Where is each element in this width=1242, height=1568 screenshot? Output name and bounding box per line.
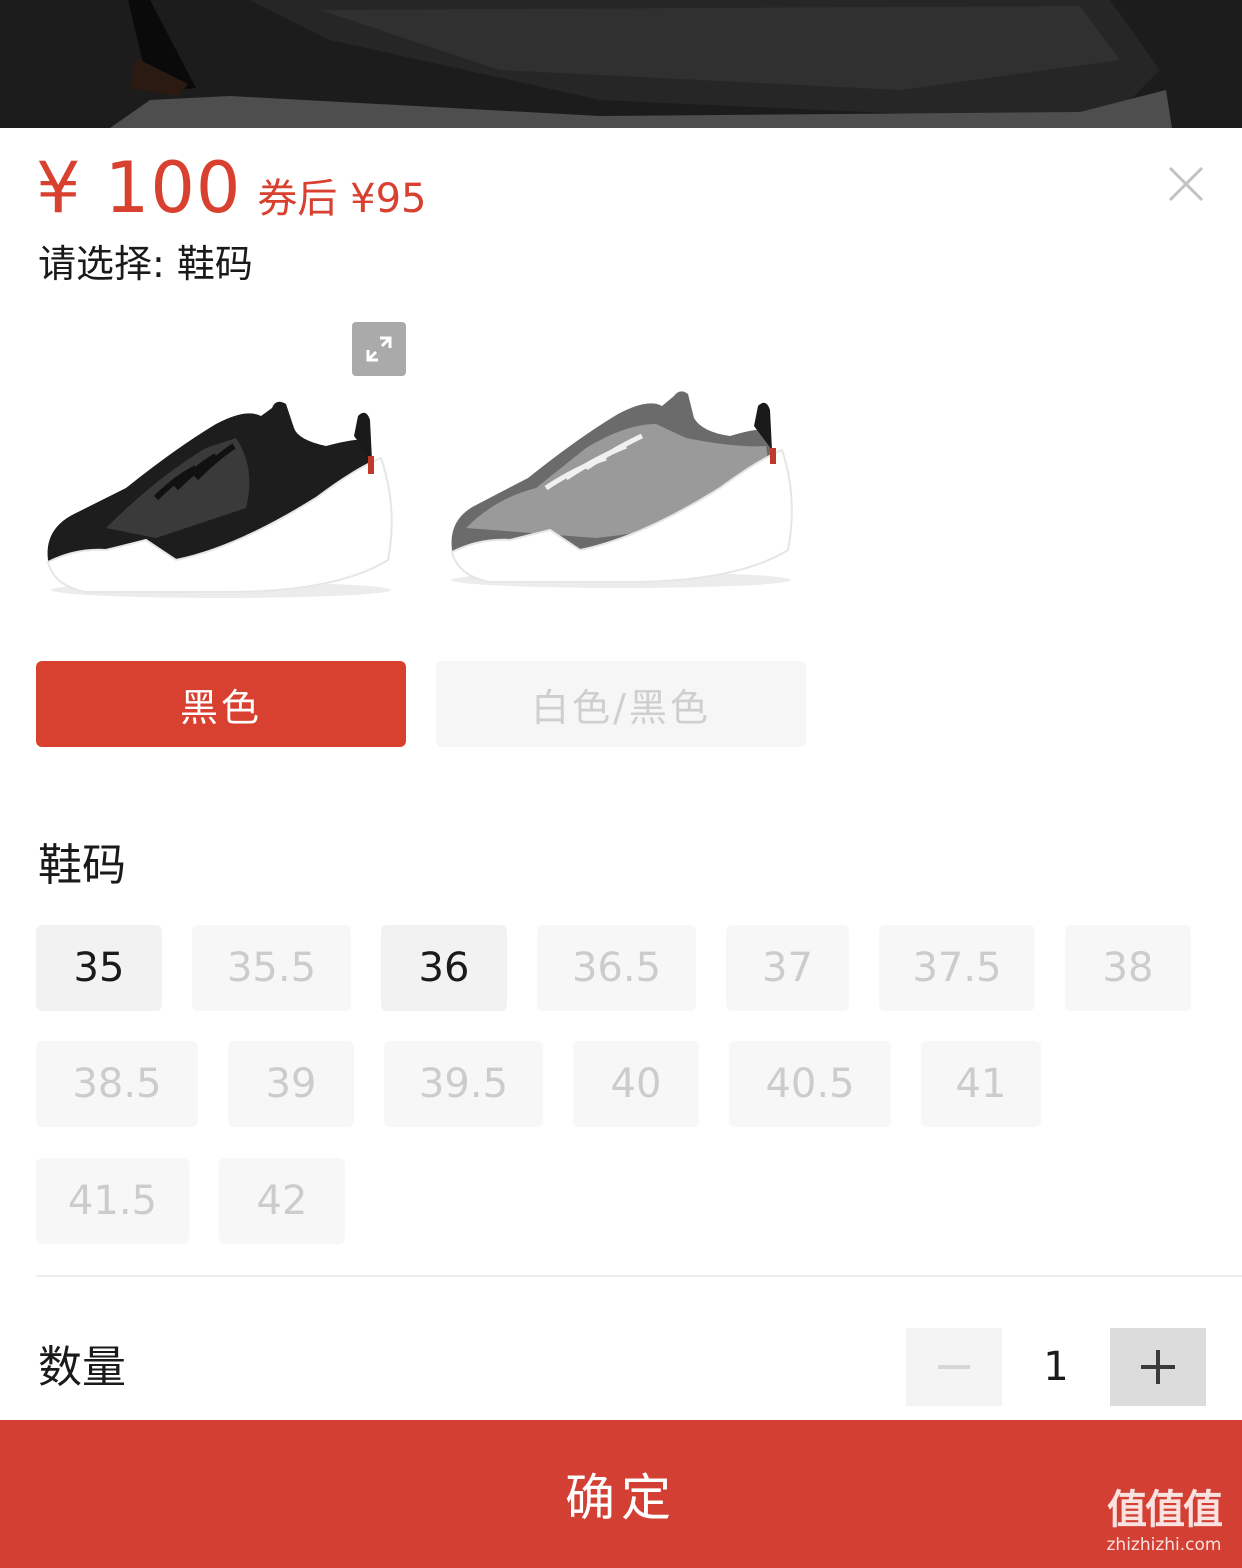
size-chip-39-5[interactable]: 39.5: [384, 1041, 543, 1127]
expand-icon: [366, 336, 392, 362]
size-chip-36-5[interactable]: 36.5: [537, 925, 696, 1011]
size-chip-37-5[interactable]: 37.5: [879, 925, 1035, 1011]
dimmed-product-backdrop[interactable]: [0, 0, 1242, 128]
size-chip-37[interactable]: 37: [726, 925, 849, 1011]
size-chip-36[interactable]: 36: [381, 925, 507, 1011]
expand-image-button[interactable]: [352, 322, 406, 376]
size-chip-41[interactable]: 41: [921, 1041, 1041, 1127]
close-icon: [1168, 166, 1204, 202]
quantity-value[interactable]: 1: [1010, 1328, 1102, 1406]
backdrop-shoe-image: [110, 0, 1172, 128]
close-button[interactable]: [1160, 158, 1212, 210]
quantity-label: 数量: [38, 1342, 126, 1393]
coupon-price: 券后 ¥95: [257, 176, 427, 222]
quantity-increase-button[interactable]: [1110, 1328, 1206, 1406]
selection-prompt: 请选择: 鞋码: [38, 242, 253, 286]
section-divider: [36, 1275, 1242, 1277]
price-row: ¥ 100 券后 ¥95: [36, 148, 426, 228]
price-value: ¥ 100: [36, 147, 242, 229]
shoe-black-image: [46, 401, 393, 598]
watermark-url: zhizhizhi.com: [1106, 1535, 1222, 1555]
shoe-white-black-image: [450, 391, 793, 588]
plus-icon: [1141, 1350, 1175, 1384]
size-chip-39[interactable]: 39: [228, 1041, 354, 1127]
quantity-decrease-button[interactable]: [906, 1328, 1002, 1406]
color-option-white-black[interactable]: 白色/黑色: [436, 661, 806, 747]
size-chip-40-5[interactable]: 40.5: [729, 1041, 891, 1127]
size-section-title: 鞋码: [38, 840, 126, 891]
thumbnail-white-black[interactable]: [436, 328, 806, 618]
size-chip-40[interactable]: 40: [573, 1041, 699, 1127]
size-chip-35-5[interactable]: 35.5: [192, 925, 351, 1011]
watermark-logo: 值值值: [1107, 1487, 1223, 1533]
size-chip-35[interactable]: 35: [36, 925, 162, 1011]
thumbnail-black[interactable]: [36, 328, 406, 618]
confirm-button[interactable]: 确定: [0, 1420, 1242, 1568]
color-option-black[interactable]: 黑色: [36, 661, 406, 747]
watermark: 值值值 zhizhizhi.com: [1090, 1486, 1238, 1566]
size-chip-38-5[interactable]: 38.5: [36, 1041, 198, 1127]
size-chip-38[interactable]: 38: [1065, 925, 1191, 1011]
sku-selector-sheet: ¥ 100 券后 ¥95 请选择: 鞋码 黑色 白色/黑色 鞋码 35 35.5…: [0, 128, 1242, 1568]
size-chip-42[interactable]: 42: [219, 1158, 345, 1244]
minus-icon: [938, 1365, 970, 1369]
size-chip-41-5[interactable]: 41.5: [36, 1158, 189, 1244]
